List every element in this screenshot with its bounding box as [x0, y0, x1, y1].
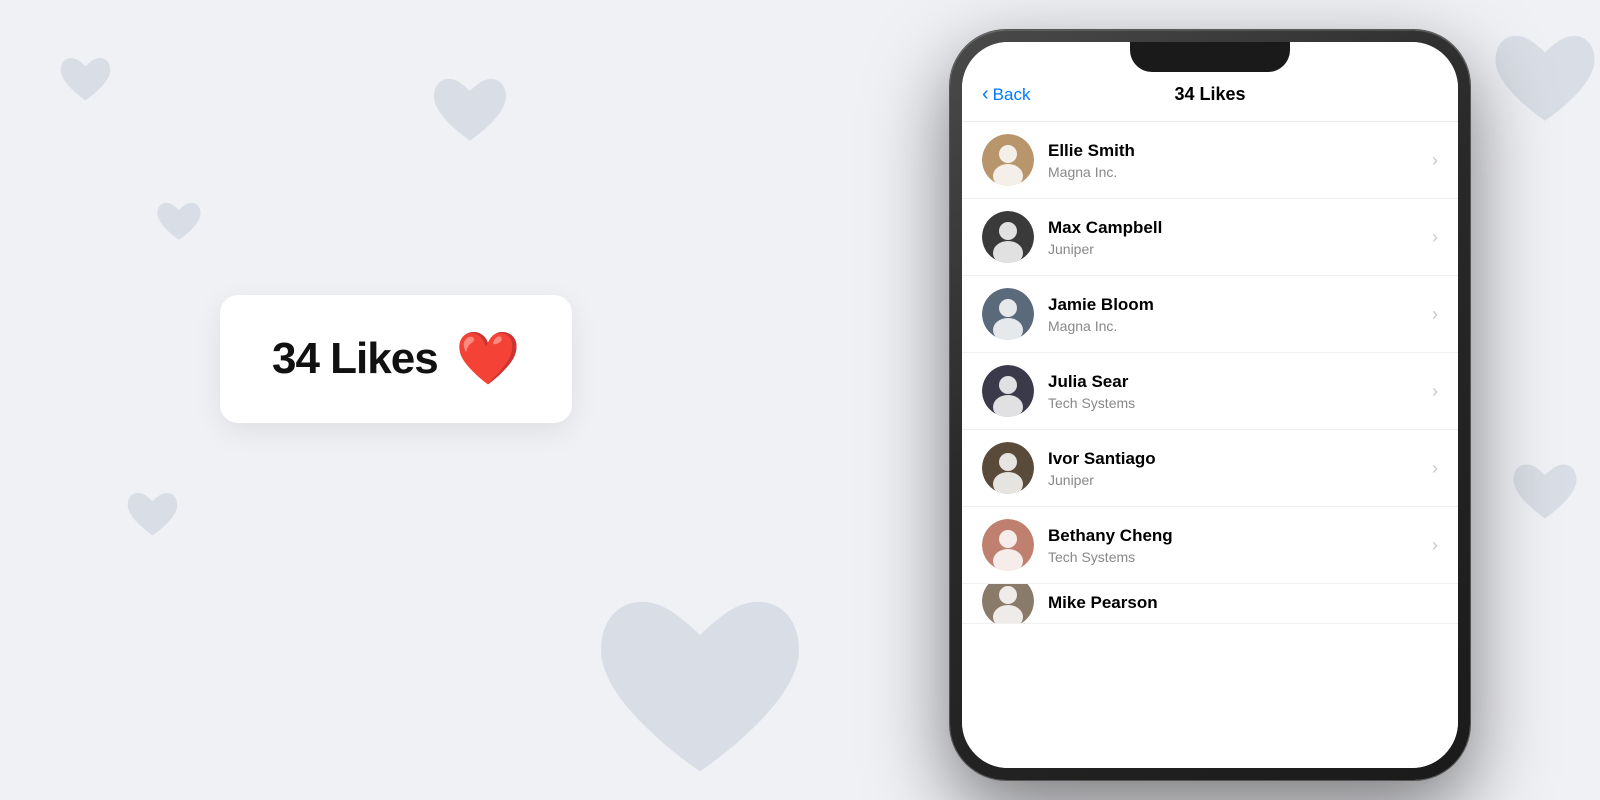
item-info: Ellie Smith Magna Inc.: [1048, 140, 1418, 180]
list-item[interactable]: Max Campbell Juniper ›: [962, 199, 1458, 276]
phone-inner: ‹ Back 34 Likes El: [962, 42, 1458, 768]
list-item[interactable]: Ivor Santiago Juniper ›: [962, 430, 1458, 507]
chevron-right-icon: ›: [1432, 535, 1438, 556]
back-label: Back: [993, 85, 1031, 105]
likes-card: 34 Likes ❤️: [220, 295, 572, 423]
list-item[interactable]: Bethany Cheng Tech Systems ›: [962, 507, 1458, 584]
avatar: [982, 134, 1034, 186]
item-name: Max Campbell: [1048, 217, 1418, 239]
back-chevron-icon: ‹: [982, 83, 989, 106]
item-info: Max Campbell Juniper: [1048, 217, 1418, 257]
avatar: [982, 442, 1034, 494]
item-info: Julia Sear Tech Systems: [1048, 371, 1418, 411]
back-button[interactable]: ‹ Back: [982, 83, 1030, 106]
contact-list: Ellie Smith Magna Inc. › Max: [962, 122, 1458, 768]
item-name: Jamie Bloom: [1048, 294, 1418, 316]
list-item[interactable]: Mike Pearson: [962, 584, 1458, 624]
avatar: [982, 365, 1034, 417]
chevron-right-icon: ›: [1432, 304, 1438, 325]
list-item[interactable]: Jamie Bloom Magna Inc. ›: [962, 276, 1458, 353]
item-info: Jamie Bloom Magna Inc.: [1048, 294, 1418, 334]
phone-mockup: ‹ Back 34 Likes El: [950, 30, 1470, 780]
item-info: Bethany Cheng Tech Systems: [1048, 525, 1418, 565]
item-name: Julia Sear: [1048, 371, 1418, 393]
item-name: Mike Pearson: [1048, 592, 1438, 614]
item-info: Mike Pearson: [1048, 592, 1438, 614]
item-name: Bethany Cheng: [1048, 525, 1418, 547]
item-company: Tech Systems: [1048, 395, 1418, 411]
item-name: Ivor Santiago: [1048, 448, 1418, 470]
item-info: Ivor Santiago Juniper: [1048, 448, 1418, 488]
phone-notch: [1130, 42, 1290, 72]
item-company: Juniper: [1048, 472, 1418, 488]
likes-card-text: 34 Likes: [272, 334, 438, 384]
avatar: [982, 288, 1034, 340]
item-company: Tech Systems: [1048, 549, 1418, 565]
chevron-right-icon: ›: [1432, 227, 1438, 248]
avatar: [982, 584, 1034, 624]
likes-card-heart-icon: ❤️: [456, 333, 521, 385]
phone-screen: ‹ Back 34 Likes El: [962, 42, 1458, 768]
item-company: Juniper: [1048, 241, 1418, 257]
avatar: [982, 519, 1034, 571]
phone-outer: ‹ Back 34 Likes El: [950, 30, 1470, 780]
list-item[interactable]: Ellie Smith Magna Inc. ›: [962, 122, 1458, 199]
item-name: Ellie Smith: [1048, 140, 1418, 162]
chevron-right-icon: ›: [1432, 458, 1438, 479]
chevron-right-icon: ›: [1432, 150, 1438, 171]
item-company: Magna Inc.: [1048, 318, 1418, 334]
avatar: [982, 211, 1034, 263]
chevron-right-icon: ›: [1432, 381, 1438, 402]
item-company: Magna Inc.: [1048, 164, 1418, 180]
list-item[interactable]: Julia Sear Tech Systems ›: [962, 353, 1458, 430]
screen-title: 34 Likes: [1174, 84, 1245, 105]
